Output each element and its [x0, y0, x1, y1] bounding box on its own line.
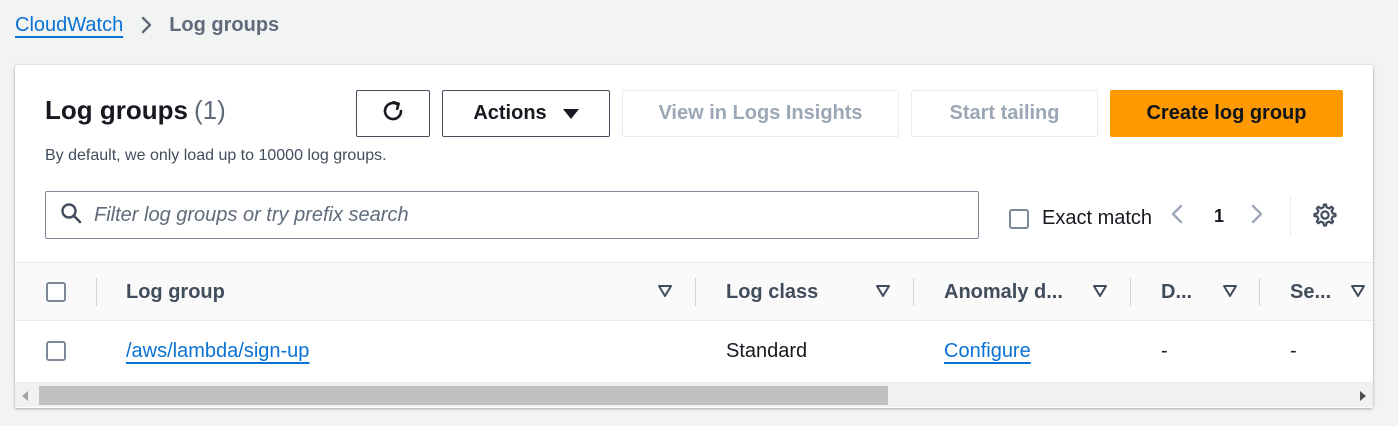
actions-label: Actions	[473, 102, 547, 124]
chevron-left-icon[interactable]	[1170, 203, 1184, 230]
column-divider	[695, 278, 696, 306]
scroll-right-arrow-icon[interactable]	[1360, 391, 1366, 401]
breadcrumb: CloudWatch Log groups	[15, 12, 279, 38]
create-log-group-button[interactable]: Create log group	[1110, 90, 1343, 137]
sort-icon[interactable]	[1222, 284, 1238, 303]
log-group-link[interactable]: /aws/lambda/sign-up	[126, 340, 309, 363]
column-divider	[1259, 278, 1260, 306]
table-row: /aws/lambda/sign-up Standard Configure -…	[15, 322, 1373, 380]
search-icon	[60, 202, 82, 229]
search-field	[45, 191, 979, 239]
sort-icon[interactable]	[1350, 284, 1366, 303]
search-input[interactable]	[94, 203, 954, 227]
column-header-anomaly-detection[interactable]: Anomaly d...	[944, 263, 1063, 321]
table-header: Log group Log class Anomaly d... D... Se…	[15, 263, 1373, 321]
se-cell: -	[1290, 339, 1297, 362]
exact-match-label: Exact match	[1042, 207, 1153, 229]
exact-match-checkbox[interactable]	[1009, 208, 1029, 229]
sort-icon[interactable]	[875, 284, 891, 303]
scrollbar-thumb[interactable]	[39, 386, 888, 405]
log-group-count: (1)	[193, 95, 226, 125]
row-select-checkbox[interactable]	[46, 341, 66, 361]
actions-dropdown-button[interactable]: Actions	[442, 90, 610, 137]
sort-icon[interactable]	[657, 284, 673, 303]
gear-icon[interactable]	[1311, 202, 1337, 233]
pagination-divider	[1290, 196, 1291, 236]
column-divider	[913, 278, 914, 306]
configure-anomaly-link[interactable]: Configure	[944, 340, 1031, 363]
pagination: 1	[1170, 202, 1264, 230]
panel-description: By default, we only load up to 10000 log…	[45, 147, 387, 164]
start-tailing-button[interactable]: Start tailing	[911, 90, 1098, 137]
scroll-left-arrow-icon[interactable]	[22, 391, 28, 401]
exact-match-toggle[interactable]: Exact match	[1009, 207, 1152, 230]
refresh-icon	[380, 98, 406, 130]
panel-title-text: Log groups	[45, 95, 188, 125]
log-groups-panel: Log groups (1) By default, we only load u…	[15, 65, 1373, 408]
refresh-button[interactable]	[356, 90, 430, 137]
current-page-number[interactable]: 1	[1214, 206, 1224, 227]
caret-down-icon	[562, 108, 579, 119]
column-header-se[interactable]: Se...	[1290, 263, 1331, 321]
horizontal-scrollbar[interactable]	[15, 382, 1373, 407]
sort-icon[interactable]	[1092, 284, 1108, 303]
view-in-logs-insights-button[interactable]: View in Logs Insights	[622, 90, 899, 137]
column-divider	[96, 278, 97, 306]
d-cell: -	[1161, 339, 1168, 362]
panel-title: Log groups (1)	[45, 95, 226, 126]
breadcrumb-cloudwatch-link[interactable]: CloudWatch	[15, 14, 123, 37]
column-header-log-group[interactable]: Log group	[126, 263, 225, 321]
breadcrumb-current: Log groups	[169, 13, 280, 36]
chevron-right-icon[interactable]	[1250, 203, 1264, 230]
select-all-checkbox[interactable]	[46, 282, 66, 302]
log-class-cell: Standard	[726, 339, 808, 362]
chevron-right-icon	[141, 16, 153, 34]
column-divider	[1130, 278, 1131, 306]
column-header-log-class[interactable]: Log class	[726, 263, 818, 321]
column-header-d[interactable]: D...	[1161, 263, 1192, 321]
